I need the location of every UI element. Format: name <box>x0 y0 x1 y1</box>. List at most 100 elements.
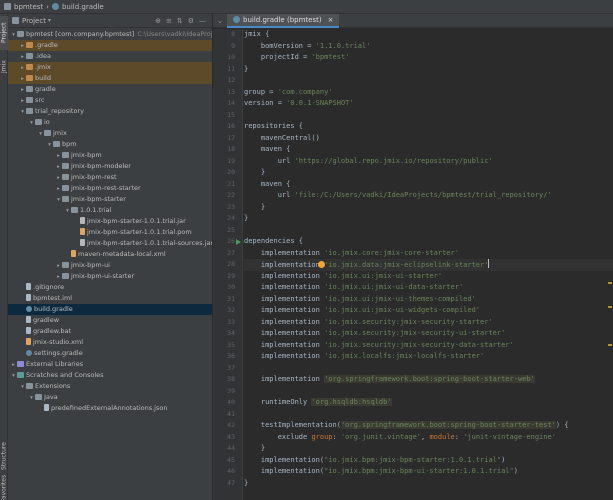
hide-panel-icon[interactable]: — <box>199 17 206 25</box>
tree-item[interactable]: build.gradle <box>8 304 212 315</box>
close-icon[interactable]: × <box>328 16 334 24</box>
code-line[interactable]: 17 mavenCentral() <box>227 133 613 145</box>
tree-item[interactable]: ▸ jmix-bpm-modeler <box>8 161 212 172</box>
chevron-right-icon[interactable]: ▸ <box>10 360 17 370</box>
warning-marker[interactable] <box>608 344 612 346</box>
code-line[interactable]: 37 <box>227 363 613 375</box>
code-line[interactable]: 39 <box>227 386 613 398</box>
jmix-tool-tab[interactable]: Jmix <box>0 54 8 80</box>
chevron-right-icon[interactable]: ▸ <box>55 151 62 161</box>
code-line[interactable]: 10 projectId = 'bpmtest' <box>227 52 613 64</box>
code-line[interactable]: 11} <box>227 64 613 76</box>
code-line[interactable]: 33 implementation 'io.jmix.security:jmix… <box>227 317 613 329</box>
chevron-down-icon[interactable]: ▾ <box>28 118 35 128</box>
code-line[interactable]: 13 group = 'com.company' <box>227 87 613 99</box>
tree-item[interactable]: ▾ jmix <box>8 128 212 139</box>
tree-item[interactable]: ▸ src <box>8 95 212 106</box>
tree-item[interactable]: ▸ jmix-bpm-rest-starter <box>8 183 212 194</box>
code-line[interactable]: 36 implementation 'io.jmix.localfs:jmix-… <box>227 351 613 363</box>
chevron-down-icon[interactable]: ▾ <box>48 17 51 24</box>
code-line[interactable]: 22 url 'file:/C:/Users/vadki/IdeaProject… <box>227 190 613 202</box>
code-line[interactable]: 42 testImplementation('org.springframewo… <box>227 420 613 432</box>
tree-item[interactable]: ▸ jmix-bpm-ui <box>8 260 212 271</box>
tree-item[interactable]: ▾ jmix-bpm-starter <box>8 194 212 205</box>
breadcrumb-project[interactable]: bpmtest <box>14 3 43 11</box>
chevron-right-icon[interactable]: ▸ <box>19 96 26 106</box>
tree-item[interactable]: ▸ build <box>8 73 212 84</box>
tree-item[interactable]: ▾ 1.0.1.trial <box>8 205 212 216</box>
tab-list-icon[interactable]: ⌄ <box>213 17 227 25</box>
project-tool-tab[interactable]: Project <box>0 16 8 50</box>
tree-item[interactable]: gradlew <box>8 315 212 326</box>
code-line[interactable]: 14 version = '0.0.1-SNAPSHOT' <box>227 98 613 110</box>
code-line[interactable]: 35 implementation 'io.jmix.security:jmix… <box>227 340 613 352</box>
chevron-right-icon[interactable]: ▸ <box>55 162 62 172</box>
code-line[interactable]: 15 <box>227 110 613 122</box>
chevron-down-icon[interactable]: ▾ <box>46 140 53 150</box>
code-line[interactable]: 31 implementation 'io.jmix.ui:jmix-ui-th… <box>227 294 613 306</box>
project-tree[interactable]: ▾ bpmtest [com.company.bpmtest] C:\Users\v… <box>8 29 212 414</box>
tree-item[interactable]: ▸ External Libraries <box>8 359 212 370</box>
tree-item[interactable]: ▸ jmix-bpm-rest <box>8 172 212 183</box>
tree-item[interactable]: ▸ .gradle <box>8 40 212 51</box>
code-line[interactable]: 26 dependencies { <box>227 236 613 248</box>
code-line[interactable]: 19 url 'https://global.repo.jmix.io/repo… <box>227 156 613 168</box>
project-view-selector[interactable]: Project <box>22 17 46 25</box>
chevron-down-icon[interactable]: ▾ <box>10 371 17 381</box>
code-line[interactable]: 47} <box>227 478 613 490</box>
tab-build-gradle[interactable]: build.gradle (bpmtest) × <box>227 13 340 28</box>
code-line[interactable]: 30 implementation 'io.jmix.ui:jmix-ui-da… <box>227 282 613 294</box>
chevron-down-icon[interactable]: ▾ <box>28 393 35 403</box>
chevron-down-icon[interactable]: ▾ <box>55 195 62 205</box>
tree-item[interactable]: maven-metadata-local.xml <box>8 249 212 260</box>
chevron-right-icon[interactable]: ▸ <box>19 85 26 95</box>
tree-item[interactable]: ▸ jmix-bpm-ui-starter <box>8 271 212 282</box>
tree-item[interactable]: ▾ bpmtest [com.company.bpmtest] C:\Users\v… <box>8 29 212 40</box>
expand-all-icon[interactable]: ⇅ <box>177 17 183 25</box>
structure-tool-tab[interactable]: Structure <box>0 438 8 474</box>
favorites-tool-tab[interactable]: Favorites <box>0 474 8 500</box>
chevron-down-icon[interactable]: ▾ <box>19 382 26 392</box>
tree-item[interactable]: ▸ jmix-bpm <box>8 150 212 161</box>
chevron-down-icon[interactable]: ▾ <box>64 206 71 216</box>
code-line[interactable]: 25 <box>227 225 613 237</box>
breadcrumb-file[interactable]: build.gradle <box>62 3 104 11</box>
tree-item[interactable]: bpmtest.iml <box>8 293 212 304</box>
code-line[interactable]: 20 } <box>227 167 613 179</box>
tree-item[interactable]: ▾ bpm <box>8 139 212 150</box>
code-line[interactable]: 23 } <box>227 202 613 214</box>
code-line[interactable]: 43 exclude group: 'org.junit.vintage', m… <box>227 432 613 444</box>
collapse-all-icon[interactable]: ≡ <box>166 17 172 25</box>
code-line[interactable]: 45 implementation("io.jmix.bpm:jmix-bpm-… <box>227 455 613 467</box>
code-line[interactable]: 41 <box>227 409 613 421</box>
tree-item[interactable]: ▸ .idea <box>8 51 212 62</box>
tree-item[interactable]: settings.gradle <box>8 348 212 359</box>
code-line[interactable]: 44 } <box>227 443 613 455</box>
tree-item[interactable]: ▾ Extensions <box>8 381 212 392</box>
warning-marker[interactable] <box>608 306 612 308</box>
code-lines[interactable]: 8 jmix {9 bomVersion = '1.1.0.trial' 10 pr… <box>227 29 613 490</box>
code-line[interactable]: 16 repositories { <box>227 121 613 133</box>
chevron-down-icon[interactable]: ▾ <box>10 30 17 40</box>
chevron-down-icon[interactable]: ▾ <box>19 107 26 117</box>
chevron-down-icon[interactable]: ▾ <box>37 129 44 139</box>
code-line[interactable]: 34 implementation 'io.jmix.security:jmix… <box>227 328 613 340</box>
code-line[interactable]: 32 implementation 'io.jmix.ui:jmix-ui-wi… <box>227 305 613 317</box>
code-line[interactable]: 12 <box>227 75 613 87</box>
tree-item[interactable]: ▾ Scratches and Consoles <box>8 370 212 381</box>
code-line[interactable]: 27 implementation 'io.jmix.core:jmix-cor… <box>227 248 613 260</box>
tree-item[interactable]: .gitignore <box>8 282 212 293</box>
code-line[interactable]: 28 implementation 'io.jmix.data:jmix-ecl… <box>227 259 613 271</box>
code-line[interactable]: 46 implementation("io.jmix.bpm:jmix-bpm-… <box>227 466 613 478</box>
code-line[interactable]: 38 implementation 'org.springframework.b… <box>227 374 613 386</box>
chevron-right-icon[interactable]: ▸ <box>19 63 26 73</box>
chevron-right-icon[interactable]: ▸ <box>55 184 62 194</box>
tree-item[interactable]: jmix-studio.xml <box>8 337 212 348</box>
chevron-right-icon[interactable]: ▸ <box>55 261 62 271</box>
tree-item[interactable]: gradlew.bat <box>8 326 212 337</box>
tree-item[interactable]: ▾ trial_repository <box>8 106 212 117</box>
tree-item[interactable]: ▸ .jmix <box>8 62 212 73</box>
tree-item[interactable]: jmix-bpm-starter-1.0.1.trial.pom <box>8 227 212 238</box>
chevron-right-icon[interactable]: ▸ <box>19 74 26 84</box>
code-editor[interactable]: 8 jmix {9 bomVersion = '1.1.0.trial' 10 pr… <box>213 29 613 500</box>
